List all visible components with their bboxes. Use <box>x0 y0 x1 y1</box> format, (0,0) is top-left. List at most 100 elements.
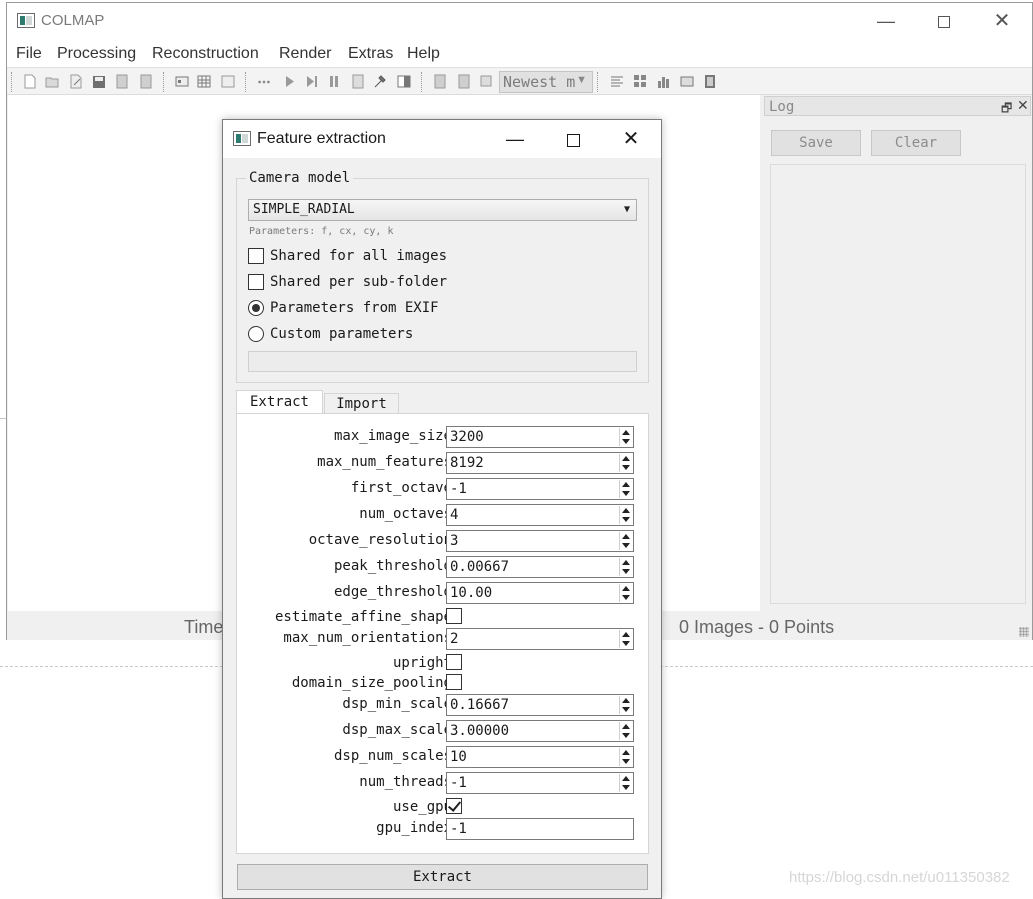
feature-matching-icon[interactable] <box>197 74 211 89</box>
histogram-icon[interactable] <box>657 74 671 89</box>
spin-buttons[interactable] <box>619 722 632 740</box>
reconstruction-step-icon[interactable] <box>283 74 297 89</box>
import-icon[interactable] <box>115 74 129 89</box>
arrow-up-icon[interactable] <box>622 750 630 755</box>
max-num-orientations-input[interactable]: 2 <box>446 628 634 650</box>
custom-params-input[interactable] <box>248 351 637 372</box>
spin-buttons[interactable] <box>619 506 632 524</box>
database-icon[interactable] <box>221 74 235 89</box>
arrow-down-icon[interactable] <box>622 641 630 646</box>
estimate-affine-shape-checkbox[interactable] <box>446 608 462 624</box>
points-icon[interactable] <box>457 74 471 89</box>
log-save-button[interactable]: Save <box>771 130 861 156</box>
grid-icon[interactable] <box>633 74 647 89</box>
spin-buttons[interactable] <box>619 696 632 714</box>
camera-icon[interactable] <box>433 74 447 89</box>
maximize-button[interactable] <box>915 3 973 39</box>
max-image-size-input[interactable]: 3200 <box>446 426 634 448</box>
reconstruction-pause-icon[interactable] <box>305 74 319 89</box>
first-octave-input[interactable]: -1 <box>446 478 634 500</box>
dialog-maximize-button[interactable] <box>544 120 602 158</box>
log-clear-button[interactable]: Clear <box>871 130 961 156</box>
menu-help[interactable]: Help <box>407 45 440 63</box>
edit-project-icon[interactable] <box>69 74 83 89</box>
arrow-up-icon[interactable] <box>622 482 630 487</box>
upright-checkbox[interactable] <box>446 654 462 670</box>
spin-buttons[interactable] <box>619 558 632 576</box>
tab-extract[interactable]: Extract <box>236 390 323 415</box>
float-icon[interactable]: 🗗 <box>1001 99 1012 120</box>
arrow-down-icon[interactable] <box>622 491 630 496</box>
menu-file[interactable]: File <box>16 45 42 63</box>
dialog-minimize-button[interactable]: — <box>486 120 544 158</box>
reconstruction-start-icon[interactable] <box>257 74 271 89</box>
align-icon[interactable] <box>610 74 624 89</box>
max-num-features-input[interactable]: 8192 <box>446 452 634 474</box>
reconstruction-reset-icon[interactable] <box>327 74 341 89</box>
spin-buttons[interactable] <box>619 480 632 498</box>
arrow-up-icon[interactable] <box>622 776 630 781</box>
num-octaves-input[interactable]: 4 <box>446 504 634 526</box>
arrow-down-icon[interactable] <box>622 595 630 600</box>
arrow-up-icon[interactable] <box>622 586 630 591</box>
arrow-up-icon[interactable] <box>622 560 630 565</box>
normalize-icon[interactable] <box>351 74 365 89</box>
num-threads-input[interactable]: -1 <box>446 772 634 794</box>
arrow-down-icon[interactable] <box>622 785 630 790</box>
dialog-close-button[interactable]: ✕ <box>602 120 660 158</box>
render-select[interactable]: Newest m ▼ <box>499 71 593 93</box>
arrow-up-icon[interactable] <box>622 456 630 461</box>
dsp-num-scales-input[interactable]: 10 <box>446 746 634 768</box>
minimize-button[interactable]: — <box>857 3 915 39</box>
dsp-min-scale-input[interactable]: 0.16667 <box>446 694 634 716</box>
arrow-down-icon[interactable] <box>622 733 630 738</box>
spin-buttons[interactable] <box>619 532 632 550</box>
octave-resolution-input[interactable]: 3 <box>446 530 634 552</box>
open-project-icon[interactable] <box>45 74 59 89</box>
arrow-up-icon[interactable] <box>622 632 630 637</box>
render-options-icon[interactable] <box>397 74 411 89</box>
save-project-icon[interactable] <box>92 74 106 89</box>
arrow-up-icon[interactable] <box>622 508 630 513</box>
image-viewer-icon[interactable] <box>680 74 694 89</box>
menu-extras[interactable]: Extras <box>348 45 393 63</box>
arrow-up-icon[interactable] <box>622 724 630 729</box>
edge-threshold-input[interactable]: 10.00 <box>446 582 634 604</box>
arrow-down-icon[interactable] <box>622 517 630 522</box>
menu-processing[interactable]: Processing <box>57 45 136 63</box>
film-icon[interactable] <box>703 74 717 89</box>
bundle-adjustment-icon[interactable] <box>373 74 387 89</box>
arrow-down-icon[interactable] <box>622 759 630 764</box>
menu-render[interactable]: Render <box>279 45 331 63</box>
spin-buttons[interactable] <box>619 774 632 792</box>
spin-buttons[interactable] <box>619 584 632 602</box>
checkbox[interactable] <box>248 274 264 290</box>
use-gpu-checkbox[interactable] <box>446 798 462 814</box>
new-project-icon[interactable] <box>23 74 37 89</box>
size-grip-icon[interactable] <box>1019 627 1029 637</box>
radio-button[interactable] <box>248 326 264 342</box>
arrow-up-icon[interactable] <box>622 534 630 539</box>
spin-buttons[interactable] <box>619 454 632 472</box>
domain-size-pooling-checkbox[interactable] <box>446 674 462 690</box>
peak-threshold-input[interactable]: 0.00667 <box>446 556 634 578</box>
feature-extraction-icon[interactable] <box>175 74 189 89</box>
arrow-down-icon[interactable] <box>622 707 630 712</box>
spin-buttons[interactable] <box>619 748 632 766</box>
radio-button[interactable] <box>248 300 264 316</box>
arrow-down-icon[interactable] <box>622 569 630 574</box>
spin-buttons[interactable] <box>619 428 632 446</box>
checkbox[interactable] <box>248 248 264 264</box>
gpu-index-input[interactable]: -1 <box>446 818 634 840</box>
export-icon[interactable] <box>139 74 153 89</box>
arrow-down-icon[interactable] <box>622 465 630 470</box>
camera-model-select[interactable]: SIMPLE_RADIAL ▼ <box>248 199 637 221</box>
tab-import[interactable]: Import <box>324 393 399 414</box>
menu-reconstruction[interactable]: Reconstruction <box>152 45 259 63</box>
arrow-up-icon[interactable] <box>622 698 630 703</box>
log-text-area[interactable] <box>770 164 1026 604</box>
arrow-down-icon[interactable] <box>622 439 630 444</box>
dsp-max-scale-input[interactable]: 3.00000 <box>446 720 634 742</box>
arrow-down-icon[interactable] <box>622 543 630 548</box>
grab-image-icon[interactable] <box>479 74 493 89</box>
